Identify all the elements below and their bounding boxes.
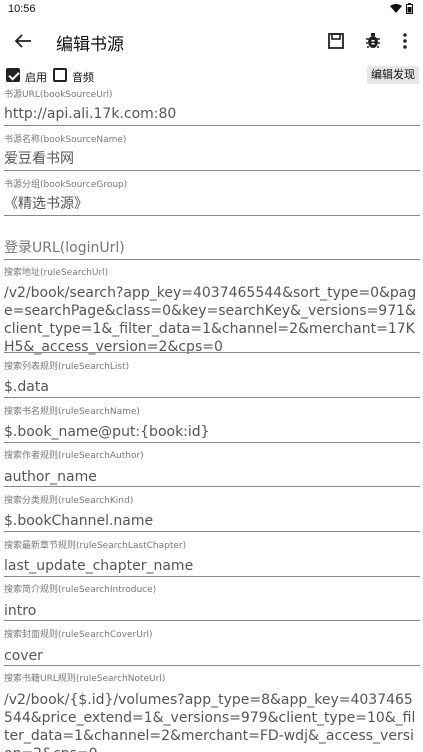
field-underline [4, 215, 420, 216]
field-underline [4, 442, 420, 443]
field-rule-search-list[interactable]: 搜索列表规则(ruleSearchList) $.data [4, 359, 420, 399]
field-label: 搜索书籍URL规则(ruleSearchNoteUrl) [4, 674, 166, 684]
audio-label: 音频 [72, 71, 94, 84]
field-underline [4, 531, 420, 532]
enable-label: 启用 [25, 71, 47, 84]
field-underline [4, 486, 420, 487]
field-label: 搜索作者规则(ruleSearchAuthor) [4, 451, 144, 461]
field-value[interactable]: $.bookChannel.name [4, 512, 153, 530]
field-underline [4, 352, 420, 353]
field-rule-search-url[interactable]: 搜索地址(ruleSearchUrl) /v2/book/search?app_… [4, 265, 420, 355]
field-label: 搜索最新章节规则(ruleSearchLastChapter) [4, 541, 187, 551]
app-bar: 编辑书源 [0, 20, 423, 64]
field-label: 搜索书名规则(ruleSearchName) [4, 407, 140, 417]
field-book-source-name[interactable]: 书源名称(bookSourceName) 爱豆看书网 [4, 132, 420, 172]
enable-checkbox[interactable] [6, 68, 20, 82]
field-rule-search-last-chapter[interactable]: 搜索最新章节规则(ruleSearchLastChapter) last_upd… [4, 538, 420, 578]
login-url-placeholder[interactable]: 登录URL(loginUrl) [4, 239, 125, 257]
field-value[interactable]: cover [4, 647, 43, 665]
field-label: 搜索简介规则(ruleSearchIntroduce) [4, 585, 157, 595]
status-time: 10:56 [8, 3, 36, 15]
field-underline [4, 665, 420, 666]
wifi-icon [390, 3, 402, 13]
field-value[interactable]: http://api.ali.17k.com:80 [4, 105, 176, 123]
field-value[interactable]: author_name [4, 468, 97, 486]
field-label: 书源名称(bookSourceName) [4, 135, 127, 145]
audio-checkbox[interactable] [53, 68, 67, 82]
field-underline [4, 125, 420, 126]
field-underline [4, 576, 420, 577]
field-value[interactable]: /v2/book/{$.id}/volumes?app_type=8&app_k… [4, 691, 420, 752]
field-book-source-group[interactable]: 书源分组(bookSourceGroup) 《精选书源》 [4, 177, 420, 217]
field-value[interactable]: last_update_chapter_name [4, 557, 193, 575]
field-rule-search-cover-url[interactable]: 搜索封面规则(ruleSearchCoverUrl) cover [4, 627, 420, 667]
battery-icon [406, 3, 413, 14]
save-icon[interactable] [325, 30, 347, 52]
page-title: 编辑书源 [56, 35, 124, 55]
field-label: 搜索封面规则(ruleSearchCoverUrl) [4, 630, 153, 640]
field-login-url[interactable]: 登录URL(loginUrl) [4, 221, 420, 261]
field-underline [4, 259, 420, 260]
field-underline [4, 620, 420, 621]
field-value[interactable]: intro [4, 602, 36, 620]
field-label: 搜索列表规则(ruleSearchList) [4, 362, 130, 372]
field-underline [4, 170, 420, 171]
field-value[interactable]: 爱豆看书网 [4, 150, 74, 168]
field-value[interactable]: $.data [4, 378, 49, 396]
field-value[interactable]: /v2/book/search?app_key=4037465544&sort_… [4, 284, 420, 356]
status-bar: 10:56 [0, 0, 423, 20]
field-label: 搜索分类规则(ruleSearchKind) [4, 496, 134, 506]
field-underline [4, 397, 420, 398]
field-rule-search-author[interactable]: 搜索作者规则(ruleSearchAuthor) author_name [4, 448, 420, 488]
field-value[interactable]: 《精选书源》 [4, 195, 88, 213]
field-rule-search-kind[interactable]: 搜索分类规则(ruleSearchKind) $.bookChannel.nam… [4, 493, 420, 533]
field-label: 书源URL(bookSourceUrl) [4, 90, 113, 100]
field-book-source-url[interactable]: 书源URL(bookSourceUrl) http://api.ali.17k.… [4, 87, 420, 127]
field-value[interactable]: $.book_name@put:{book:id} [4, 423, 210, 441]
more-vert-icon[interactable] [394, 30, 416, 52]
field-rule-search-name[interactable]: 搜索书名规则(ruleSearchName) $.book_name@put:{… [4, 404, 420, 444]
field-label: 书源分组(bookSourceGroup) [4, 180, 128, 190]
field-rule-search-introduce[interactable]: 搜索简介规则(ruleSearchIntroduce) intro [4, 582, 420, 622]
edit-find-button[interactable]: 编辑发现 [367, 66, 419, 84]
options-row: 启用 音频 编辑发现 [0, 64, 423, 86]
field-label: 搜索地址(ruleSearchUrl) [4, 268, 109, 278]
field-rule-search-note-url[interactable]: 搜索书籍URL规则(ruleSearchNoteUrl) /v2/book/{$… [4, 671, 420, 752]
debug-bug-icon[interactable] [362, 30, 384, 52]
back-arrow-icon[interactable] [12, 30, 34, 52]
